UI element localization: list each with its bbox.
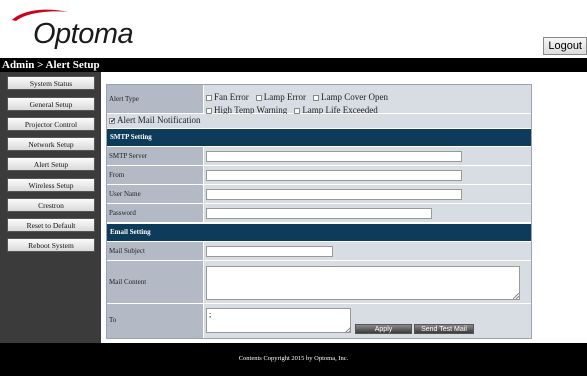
alert-mail-notification[interactable]: ✔Alert Mail Notification bbox=[109, 115, 200, 125]
from-label: From bbox=[109, 171, 125, 179]
smtp-setting-title: SMTP Setting bbox=[110, 133, 152, 141]
password-input[interactable] bbox=[206, 208, 432, 219]
footer: Contents Copyright 2015 by Optoma, Inc. bbox=[0, 343, 587, 376]
alert-type-label-cell: Alert Type bbox=[107, 85, 203, 114]
sidebar-item-network-setup[interactable]: Network Setup bbox=[7, 137, 95, 151]
mail-content-label: Mail Content bbox=[109, 278, 147, 286]
mail-subject-row: Mail Subject bbox=[107, 242, 531, 261]
smtp-server-cell bbox=[204, 147, 531, 166]
sidebar-item-crestron[interactable]: Crestron bbox=[7, 198, 95, 212]
smtp-server-label-cell: SMTP Server bbox=[107, 147, 203, 166]
mail-subject-input[interactable] bbox=[206, 246, 333, 257]
password-cell bbox=[204, 204, 531, 223]
copyright-text: Contents Copyright 2015 by Optoma, Inc. bbox=[238, 355, 349, 362]
from-row: From bbox=[107, 166, 531, 185]
password-label: Password bbox=[109, 209, 136, 217]
mail-subject-label: Mail Subject bbox=[109, 247, 145, 255]
sidebar-item-general-setup[interactable]: General Setup bbox=[7, 97, 95, 111]
password-label-cell: Password bbox=[107, 204, 203, 223]
main-content: Alert Type Fan Error Lamp Error Lamp Cov… bbox=[101, 72, 587, 343]
mail-subject-label-cell: Mail Subject bbox=[107, 242, 203, 261]
resize-grip-icon[interactable] bbox=[345, 327, 351, 333]
from-cell bbox=[204, 166, 531, 185]
to-cell: ; Apply Send Test Mail bbox=[204, 304, 531, 338]
mail-content-row: Mail Content bbox=[107, 261, 531, 304]
user-name-cell bbox=[204, 185, 531, 204]
mail-content-textarea[interactable] bbox=[206, 266, 520, 300]
alert-type-options: Fan Error Lamp Error Lamp Cover Open Hig… bbox=[204, 85, 531, 115]
send-test-mail-button[interactable]: Send Test Mail bbox=[414, 324, 474, 334]
user-name-label: User Name bbox=[109, 190, 141, 198]
user-name-row: User Name bbox=[107, 185, 531, 204]
mail-subject-cell bbox=[204, 242, 531, 261]
sidebar-item-system-status[interactable]: System Status bbox=[7, 76, 95, 90]
alert-type-label: Alert Type bbox=[109, 95, 139, 103]
breadcrumb: Admin > Alert Setup bbox=[2, 59, 100, 71]
header: Optoma Logout bbox=[0, 0, 587, 58]
sidebar-item-wireless-setup[interactable]: Wireless Setup bbox=[7, 178, 95, 192]
mail-content-label-cell: Mail Content bbox=[107, 261, 203, 304]
resize-grip-icon[interactable] bbox=[513, 293, 519, 299]
sidebar-item-projector-control[interactable]: Projector Control bbox=[7, 117, 95, 131]
user-name-label-cell: User Name bbox=[107, 185, 203, 204]
optoma-logo: Optoma bbox=[8, 8, 134, 49]
to-textarea[interactable]: ; bbox=[206, 308, 351, 333]
mail-content-cell bbox=[204, 261, 531, 304]
email-setting-title: Email Setting bbox=[110, 228, 151, 236]
alert-mail-notification-checkbox[interactable]: ✔ bbox=[109, 117, 116, 124]
email-setting-header: Email Setting bbox=[107, 224, 531, 241]
apply-button[interactable]: Apply bbox=[355, 324, 412, 334]
sidebar-item-alert-setup[interactable]: Alert Setup bbox=[7, 157, 95, 171]
alert-mail-notification-label: Alert Mail Notification bbox=[117, 115, 201, 125]
sidebar-item-reset-to-default[interactable]: Reset to Default bbox=[7, 218, 95, 232]
breadcrumb-bar: Admin > Alert Setup bbox=[0, 58, 587, 72]
alert-mail-notification-row: ✔Alert Mail Notification bbox=[107, 114, 531, 128]
logout-button[interactable]: Logout bbox=[543, 37, 587, 55]
user-name-input[interactable] bbox=[206, 189, 462, 200]
smtp-server-input[interactable] bbox=[206, 151, 462, 162]
from-label-cell: From bbox=[107, 166, 203, 185]
smtp-server-label: SMTP Server bbox=[109, 152, 148, 160]
sidebar-item-reboot-system[interactable]: Reboot System bbox=[7, 238, 95, 252]
alert-form: Alert Type Fan Error Lamp Error Lamp Cov… bbox=[106, 84, 532, 339]
to-label-cell: To bbox=[107, 304, 203, 338]
sidebar: System Status General Setup Projector Co… bbox=[0, 72, 101, 343]
from-input[interactable] bbox=[206, 170, 462, 181]
brand-name: Optoma bbox=[33, 18, 134, 50]
to-row: To ; Apply Send Test Mail bbox=[107, 304, 531, 338]
smtp-setting-header: SMTP Setting bbox=[107, 129, 531, 146]
smtp-server-row: SMTP Server bbox=[107, 147, 531, 166]
to-label: To bbox=[109, 316, 117, 324]
alert-type-row: Alert Type Fan Error Lamp Error Lamp Cov… bbox=[107, 85, 531, 115]
password-row: Password bbox=[107, 204, 531, 223]
